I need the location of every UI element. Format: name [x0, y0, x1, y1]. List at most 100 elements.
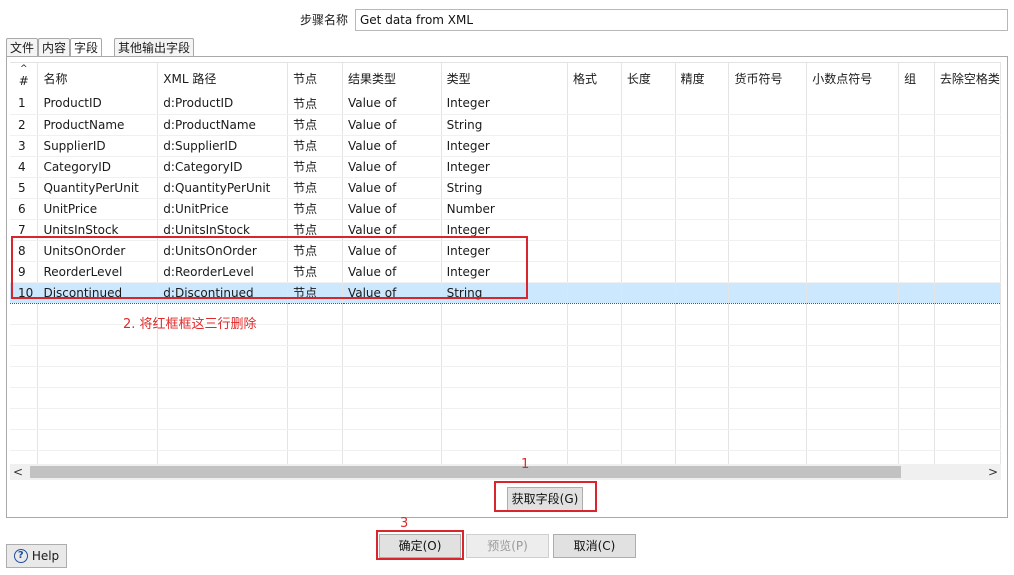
node-type-cell[interactable]: 节点 — [287, 282, 343, 304]
xml-path-cell[interactable]: d:QuantityPerUnit — [157, 177, 289, 199]
empty-cell[interactable] — [567, 387, 622, 409]
row-number-cell[interactable]: 2 — [10, 114, 39, 136]
column-header-type[interactable]: 类型 — [441, 63, 569, 93]
field-name-cell[interactable]: UnitsInStock — [37, 219, 159, 241]
empty-cell[interactable] — [806, 429, 900, 451]
empty-cell[interactable] — [675, 282, 730, 304]
empty-cell[interactable] — [806, 114, 900, 136]
empty-cell[interactable] — [621, 114, 676, 136]
data-type-cell[interactable]: Integer — [441, 156, 569, 178]
node-type-cell[interactable]: 节点 — [287, 240, 343, 262]
empty-cell[interactable] — [675, 219, 730, 241]
field-name-cell[interactable]: QuantityPerUnit — [37, 177, 159, 199]
empty-row[interactable] — [10, 366, 1001, 388]
empty-cell[interactable] — [934, 93, 1001, 115]
row-number-cell[interactable]: 6 — [10, 198, 39, 220]
result-type-cell[interactable]: Value of — [342, 240, 442, 262]
column-header-length[interactable]: 长度 — [621, 63, 676, 93]
empty-row[interactable] — [10, 387, 1001, 409]
xml-path-cell[interactable]: d:SupplierID — [157, 135, 289, 157]
result-type-cell[interactable]: Value of — [342, 219, 442, 241]
empty-cell[interactable] — [10, 366, 39, 388]
node-type-cell[interactable]: 节点 — [287, 198, 343, 220]
empty-cell[interactable] — [567, 135, 622, 157]
node-type-cell[interactable]: 节点 — [287, 114, 343, 136]
empty-cell[interactable] — [898, 366, 935, 388]
empty-cell[interactable] — [806, 135, 900, 157]
empty-cell[interactable] — [10, 387, 39, 409]
empty-cell[interactable] — [934, 114, 1001, 136]
empty-cell[interactable] — [37, 408, 159, 430]
empty-cell[interactable] — [342, 303, 442, 325]
empty-cell[interactable] — [934, 387, 1001, 409]
empty-cell[interactable] — [898, 324, 935, 346]
scrollbar-thumb[interactable] — [30, 466, 901, 478]
empty-cell[interactable] — [567, 429, 622, 451]
table-row[interactable]: 8 UnitsOnOrder d:UnitsOnOrder 节点 Value of Int… — [10, 240, 1001, 262]
empty-cell[interactable] — [675, 93, 730, 115]
empty-cell[interactable] — [567, 156, 622, 178]
empty-cell[interactable] — [728, 156, 808, 178]
table-row[interactable]: 5 QuantityPerUnit d:QuantityPerUnit 节点 Value… — [10, 177, 1001, 199]
empty-cell[interactable] — [441, 345, 569, 367]
empty-cell[interactable] — [728, 177, 808, 199]
empty-cell[interactable] — [567, 240, 622, 262]
empty-cell[interactable] — [898, 93, 935, 115]
node-type-cell[interactable]: 节点 — [287, 177, 343, 199]
empty-cell[interactable] — [898, 198, 935, 220]
step-name-input[interactable] — [355, 9, 1008, 31]
node-type-cell[interactable]: 节点 — [287, 219, 343, 241]
column-header-group[interactable]: 组 — [898, 63, 935, 93]
column-header-currency[interactable]: 货币符号 — [728, 63, 808, 93]
empty-cell[interactable] — [567, 198, 622, 220]
column-header-xml-path[interactable]: XML 路径 — [157, 63, 289, 93]
empty-cell[interactable] — [934, 366, 1001, 388]
empty-cell[interactable] — [934, 198, 1001, 220]
empty-cell[interactable] — [898, 156, 935, 178]
table-row[interactable]: 10 Discontinued d:Discontinued 节点 Value of St… — [10, 282, 1001, 304]
empty-cell[interactable] — [10, 450, 39, 464]
empty-cell[interactable] — [621, 135, 676, 157]
help-button[interactable]: ? Help — [6, 544, 67, 568]
empty-cell[interactable] — [567, 261, 622, 283]
xml-path-cell[interactable]: d:Discontinued — [157, 282, 289, 304]
empty-cell[interactable] — [441, 408, 569, 430]
data-type-cell[interactable]: Integer — [441, 135, 569, 157]
empty-cell[interactable] — [934, 219, 1001, 241]
empty-cell[interactable] — [728, 240, 808, 262]
empty-cell[interactable] — [567, 93, 622, 115]
tab-content[interactable]: 内容 — [38, 38, 71, 57]
data-type-cell[interactable]: Number — [441, 198, 569, 220]
empty-cell[interactable] — [621, 366, 676, 388]
table-row[interactable]: 9 ReorderLevel d:ReorderLevel 节点 Value of Int… — [10, 261, 1001, 283]
data-type-cell[interactable]: String — [441, 114, 569, 136]
empty-cell[interactable] — [806, 450, 900, 464]
empty-cell[interactable] — [806, 156, 900, 178]
empty-cell[interactable] — [675, 450, 730, 464]
empty-cell[interactable] — [728, 324, 808, 346]
empty-cell[interactable] — [287, 429, 343, 451]
empty-row[interactable] — [10, 408, 1001, 430]
empty-cell[interactable] — [621, 408, 676, 430]
empty-cell[interactable] — [806, 345, 900, 367]
empty-cell[interactable] — [37, 429, 159, 451]
data-type-cell[interactable]: String — [441, 282, 569, 304]
empty-cell[interactable] — [934, 408, 1001, 430]
table-row[interactable]: 3 SupplierID d:SupplierID 节点 Value of Integer — [10, 135, 1001, 157]
data-type-cell[interactable]: Integer — [441, 240, 569, 262]
empty-cell[interactable] — [675, 177, 730, 199]
field-name-cell[interactable]: ProductID — [37, 93, 159, 115]
empty-cell[interactable] — [806, 303, 900, 325]
column-header-result-type[interactable]: 结果类型 — [342, 63, 442, 93]
empty-cell[interactable] — [728, 282, 808, 304]
row-number-cell[interactable]: 4 — [10, 156, 39, 178]
empty-cell[interactable] — [934, 240, 1001, 262]
result-type-cell[interactable]: Value of — [342, 93, 442, 115]
empty-cell[interactable] — [441, 450, 569, 464]
empty-cell[interactable] — [898, 240, 935, 262]
column-header-precision[interactable]: 精度 — [675, 63, 730, 93]
table-row[interactable]: 1 ProductID d:ProductID 节点 Value of Integer — [10, 93, 1001, 115]
data-type-cell[interactable]: Integer — [441, 93, 569, 115]
empty-cell[interactable] — [934, 261, 1001, 283]
empty-cell[interactable] — [675, 387, 730, 409]
